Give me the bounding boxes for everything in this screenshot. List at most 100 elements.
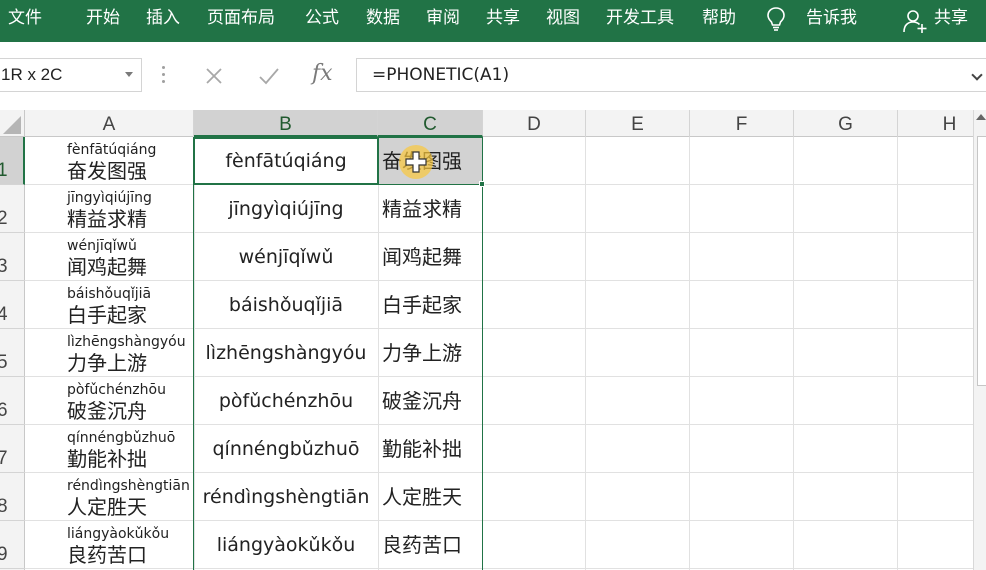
share-button[interactable]: 共享 bbox=[934, 0, 968, 42]
tab-file[interactable]: 文件 bbox=[8, 0, 42, 42]
cell-c7[interactable]: 勤能补拙 bbox=[378, 425, 482, 473]
check-icon[interactable] bbox=[258, 66, 280, 86]
cell-c5[interactable]: 力争上游 bbox=[378, 329, 482, 377]
column-header-d[interactable]: D bbox=[483, 110, 586, 137]
cell-area[interactable]: fènfātúqiáng 奋发图强 fènfātúqiáng 奋发图强 jīng… bbox=[25, 137, 986, 570]
scroll-up-icon[interactable] bbox=[976, 114, 986, 120]
cell-hanzi: 闻鸡起舞 bbox=[67, 255, 147, 279]
cell-c8[interactable]: 人定胜天 bbox=[378, 473, 482, 521]
gridline bbox=[689, 137, 690, 570]
column-header-f[interactable]: F bbox=[690, 110, 794, 137]
cell-a9[interactable]: liángyàokǔkǒu 良药苦口 bbox=[25, 521, 194, 569]
cell-c3[interactable]: 闻鸡起舞 bbox=[378, 233, 482, 281]
cell-pinyin: lìzhēngshàngyóu bbox=[67, 334, 186, 350]
row-header-2[interactable]: 2 bbox=[0, 185, 25, 233]
fill-handle[interactable] bbox=[479, 181, 485, 187]
cell-hanzi: 良药苦口 bbox=[67, 543, 147, 567]
tab-view[interactable]: 视图 bbox=[546, 0, 580, 42]
cell-b9[interactable]: liángyàokǔkǒu bbox=[194, 521, 378, 569]
cell-hanzi: 精益求精 bbox=[67, 207, 147, 231]
tab-data[interactable]: 数据 bbox=[366, 0, 400, 42]
cell-b3[interactable]: wénjīqǐwǔ bbox=[194, 233, 378, 281]
cross-icon[interactable] bbox=[204, 66, 224, 86]
cell-pinyin: báishǒuqǐjiā bbox=[67, 286, 152, 302]
formula-text: =PHONETIC(A1) bbox=[372, 65, 510, 85]
cell-c4[interactable]: 白手起家 bbox=[378, 281, 482, 329]
expand-formula-icon[interactable] bbox=[971, 69, 983, 81]
row-header-9[interactable]: 9 bbox=[0, 521, 25, 569]
cell-a2[interactable]: jīngyìqiújīng 精益求精 bbox=[25, 185, 194, 233]
gridline bbox=[585, 137, 586, 570]
cell-a1[interactable]: fènfātúqiáng 奋发图强 bbox=[25, 137, 194, 185]
row-header-8[interactable]: 8 bbox=[0, 473, 25, 521]
cell-b6[interactable]: pòfǔchénzhōu bbox=[194, 377, 378, 425]
row-header-6[interactable]: 6 bbox=[0, 377, 25, 425]
cell-b2[interactable]: jīngyìqiújīng bbox=[194, 185, 378, 233]
name-box[interactable]: 1R x 2C bbox=[0, 58, 142, 92]
tab-home[interactable]: 开始 bbox=[86, 0, 120, 42]
tell-me-search[interactable]: 告诉我 bbox=[806, 0, 857, 42]
cell-pinyin: pòfǔchénzhōu bbox=[67, 382, 166, 398]
column-header-a[interactable]: A bbox=[25, 110, 194, 137]
row-header-1[interactable]: 1 bbox=[0, 137, 25, 185]
ribbon-tab-bar: 文件 开始 插入 页面布局 公式 数据 审阅 共享 视图 开发工具 帮助 告诉我… bbox=[0, 0, 986, 42]
fx-icon[interactable]: fx bbox=[312, 61, 333, 86]
row-header-4[interactable]: 4 bbox=[0, 281, 25, 329]
formula-input[interactable]: =PHONETIC(A1) bbox=[356, 58, 986, 92]
cell-pinyin: qínnéngbǔzhuō bbox=[67, 430, 176, 446]
more-options-icon[interactable] bbox=[162, 66, 166, 84]
cell-pinyin: réndìngshèngtiān bbox=[67, 478, 190, 494]
row-header-5[interactable]: 5 bbox=[0, 329, 25, 377]
cell-b7[interactable]: qínnéngbǔzhuō bbox=[194, 425, 378, 473]
cell-a5[interactable]: lìzhēngshàngyóu 力争上游 bbox=[25, 329, 194, 377]
cell-select-cursor-icon bbox=[405, 151, 427, 173]
column-header-c[interactable]: C bbox=[378, 110, 483, 137]
tab-help[interactable]: 帮助 bbox=[702, 0, 736, 42]
formula-buttons: fx bbox=[188, 58, 350, 92]
column-header-e[interactable]: E bbox=[586, 110, 690, 137]
cell-c2[interactable]: 精益求精 bbox=[378, 185, 482, 233]
person-add-icon[interactable] bbox=[902, 8, 928, 34]
chevron-down-icon[interactable] bbox=[125, 72, 133, 77]
gridline bbox=[897, 137, 898, 570]
tab-review[interactable]: 审阅 bbox=[426, 0, 460, 42]
cell-hanzi: 破釜沉舟 bbox=[67, 399, 147, 423]
cell-b5[interactable]: lìzhēngshàngyóu bbox=[194, 329, 378, 377]
tab-developer[interactable]: 开发工具 bbox=[606, 0, 674, 42]
row-header-7[interactable]: 7 bbox=[0, 425, 25, 473]
tab-formulas[interactable]: 公式 bbox=[305, 0, 339, 42]
row-header-3[interactable]: 3 bbox=[0, 233, 25, 281]
cell-pinyin: fènfātúqiáng bbox=[67, 142, 157, 158]
tab-insert[interactable]: 插入 bbox=[146, 0, 180, 42]
tab-share[interactable]: 共享 bbox=[486, 0, 520, 42]
column-header-bar: A B C D E F G H bbox=[0, 110, 986, 137]
lightbulb-icon[interactable] bbox=[766, 6, 786, 32]
column-header-g[interactable]: G bbox=[794, 110, 898, 137]
gridline bbox=[793, 137, 794, 570]
cell-c6[interactable]: 破釜沉舟 bbox=[378, 377, 482, 425]
cell-hanzi: 勤能补拙 bbox=[67, 447, 147, 471]
cell-a8[interactable]: réndìngshèngtiān 人定胜天 bbox=[25, 473, 194, 521]
cell-a7[interactable]: qínnéngbǔzhuō 勤能补拙 bbox=[25, 425, 194, 473]
cell-hanzi: 白手起家 bbox=[67, 303, 147, 327]
column-header-b[interactable]: B bbox=[194, 110, 378, 137]
name-box-value: 1R x 2C bbox=[1, 65, 63, 84]
vertical-scrollbar[interactable] bbox=[973, 110, 986, 570]
select-all-button[interactable] bbox=[0, 110, 25, 137]
scrollbar-thumb[interactable] bbox=[977, 136, 986, 386]
cell-a3[interactable]: wénjīqǐwǔ 闻鸡起舞 bbox=[25, 233, 194, 281]
cell-hanzi: 力争上游 bbox=[67, 351, 147, 375]
tab-page-layout[interactable]: 页面布局 bbox=[207, 0, 275, 42]
formula-bar: 1R x 2C fx =PHONETIC(A1) bbox=[0, 42, 986, 110]
cell-a4[interactable]: báishǒuqǐjiā 白手起家 bbox=[25, 281, 194, 329]
cell-b8[interactable]: réndìngshèngtiān bbox=[194, 473, 378, 521]
row-header-bar: 1 2 3 4 5 6 7 8 9 bbox=[0, 137, 25, 570]
cell-b1[interactable]: fènfātúqiáng bbox=[194, 137, 378, 185]
cell-hanzi: 人定胜天 bbox=[67, 495, 147, 519]
cell-c9[interactable]: 良药苦口 bbox=[378, 521, 482, 569]
cell-a6[interactable]: pòfǔchénzhōu 破釜沉舟 bbox=[25, 377, 194, 425]
cell-b4[interactable]: báishǒuqǐjiā bbox=[194, 281, 378, 329]
gridline bbox=[482, 137, 483, 570]
worksheet-grid[interactable]: A B C D E F G H 1 2 3 4 5 6 7 8 9 fènfāt… bbox=[0, 110, 986, 570]
cell-pinyin: wénjīqǐwǔ bbox=[67, 238, 137, 254]
